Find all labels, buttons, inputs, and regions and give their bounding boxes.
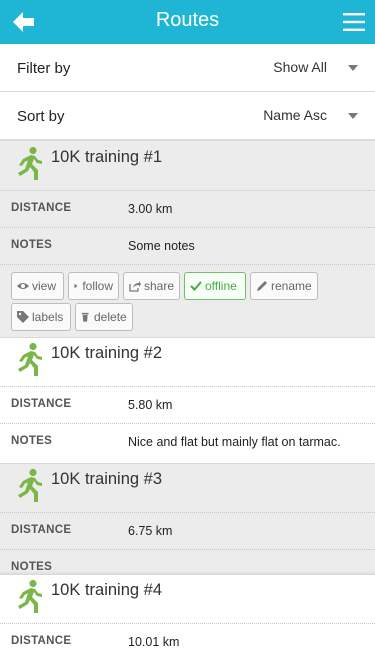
notes-value: Nice and flat but mainly flat on tarmac.	[128, 435, 341, 449]
sort-by-select[interactable]: Sort by Name Asc	[0, 92, 375, 140]
rename-label: rename	[271, 279, 312, 293]
view-label: view	[32, 279, 57, 293]
distance-row: DISTANCE 6.75 km	[0, 512, 375, 548]
delete-button[interactable]: delete	[75, 303, 133, 331]
follow-label: follow	[82, 279, 113, 293]
distance-row: DISTANCE 3.00 km	[0, 190, 375, 226]
distance-label: DISTANCE	[11, 524, 72, 536]
share-icon	[129, 281, 141, 292]
route-card[interactable]: 10K training #2 DISTANCE 5.80 km NOTES N…	[0, 337, 375, 464]
offline-label: offline	[205, 279, 237, 293]
chevron-down-icon[interactable]	[348, 65, 358, 71]
route-name[interactable]: 10K training #3	[51, 470, 162, 489]
notes-label: NOTES	[11, 561, 53, 573]
labels-button[interactable]: labels	[11, 303, 71, 331]
follow-button[interactable]: follow	[68, 272, 119, 300]
tag-icon	[17, 311, 29, 323]
pencil-icon	[257, 281, 267, 291]
running-man-icon	[18, 579, 42, 613]
distance-row: DISTANCE 5.80 km	[0, 386, 375, 422]
trash-icon	[81, 312, 89, 322]
route-card[interactable]: 10K training #4 DISTANCE 10.01 km	[0, 574, 375, 667]
route-name[interactable]: 10K training #2	[51, 344, 162, 363]
route-name[interactable]: 10K training #1	[51, 148, 162, 167]
route-name[interactable]: 10K training #4	[51, 581, 162, 600]
route-card[interactable]: 10K training #1 DISTANCE 3.00 km NOTES S…	[0, 140, 375, 338]
filter-by-value[interactable]: Show All	[273, 59, 327, 75]
distance-value: 6.75 km	[128, 524, 173, 538]
distance-label: DISTANCE	[11, 635, 72, 647]
top-bar: Routes	[0, 0, 375, 44]
notes-label: NOTES	[11, 239, 53, 251]
delete-label: delete	[94, 310, 127, 324]
offline-button[interactable]: offline	[184, 272, 246, 300]
filter-by-select[interactable]: Filter by Show All	[0, 44, 375, 92]
route-actions: view follow share offline rename labels	[0, 264, 375, 336]
notes-value: Some notes	[128, 239, 195, 253]
running-man-icon	[18, 342, 42, 376]
distance-row: DISTANCE 10.01 km	[0, 623, 375, 659]
hamburger-menu-icon[interactable]	[343, 13, 365, 31]
check-icon	[190, 281, 202, 291]
eye-icon	[17, 283, 29, 289]
sort-by-label: Sort by	[17, 108, 65, 125]
share-button[interactable]: share	[123, 272, 180, 300]
distance-value: 3.00 km	[128, 202, 173, 216]
chevron-down-icon[interactable]	[348, 113, 358, 119]
running-man-icon	[18, 146, 42, 180]
labels-label: labels	[32, 310, 64, 324]
sort-by-value[interactable]: Name Asc	[263, 107, 327, 123]
view-button[interactable]: view	[11, 272, 64, 300]
distance-value: 5.80 km	[128, 398, 173, 412]
notes-row: NOTES Nice and flat but mainly flat on t…	[0, 423, 375, 459]
notes-label: NOTES	[11, 435, 53, 447]
route-list: 10K training #1 DISTANCE 3.00 km NOTES S…	[0, 140, 375, 667]
play-icon	[74, 283, 78, 289]
rename-button[interactable]: rename	[250, 272, 318, 300]
route-card[interactable]: 10K training #3 DISTANCE 6.75 km NOTES	[0, 463, 375, 576]
page-title: Routes	[155, 9, 220, 31]
running-man-icon	[18, 468, 42, 502]
share-label: share	[143, 279, 174, 293]
filter-by-label: Filter by	[17, 60, 71, 77]
distance-label: DISTANCE	[11, 202, 72, 214]
distance-label: DISTANCE	[11, 398, 72, 410]
distance-value: 10.01 km	[128, 635, 180, 649]
notes-row: NOTES Some notes	[0, 227, 375, 263]
